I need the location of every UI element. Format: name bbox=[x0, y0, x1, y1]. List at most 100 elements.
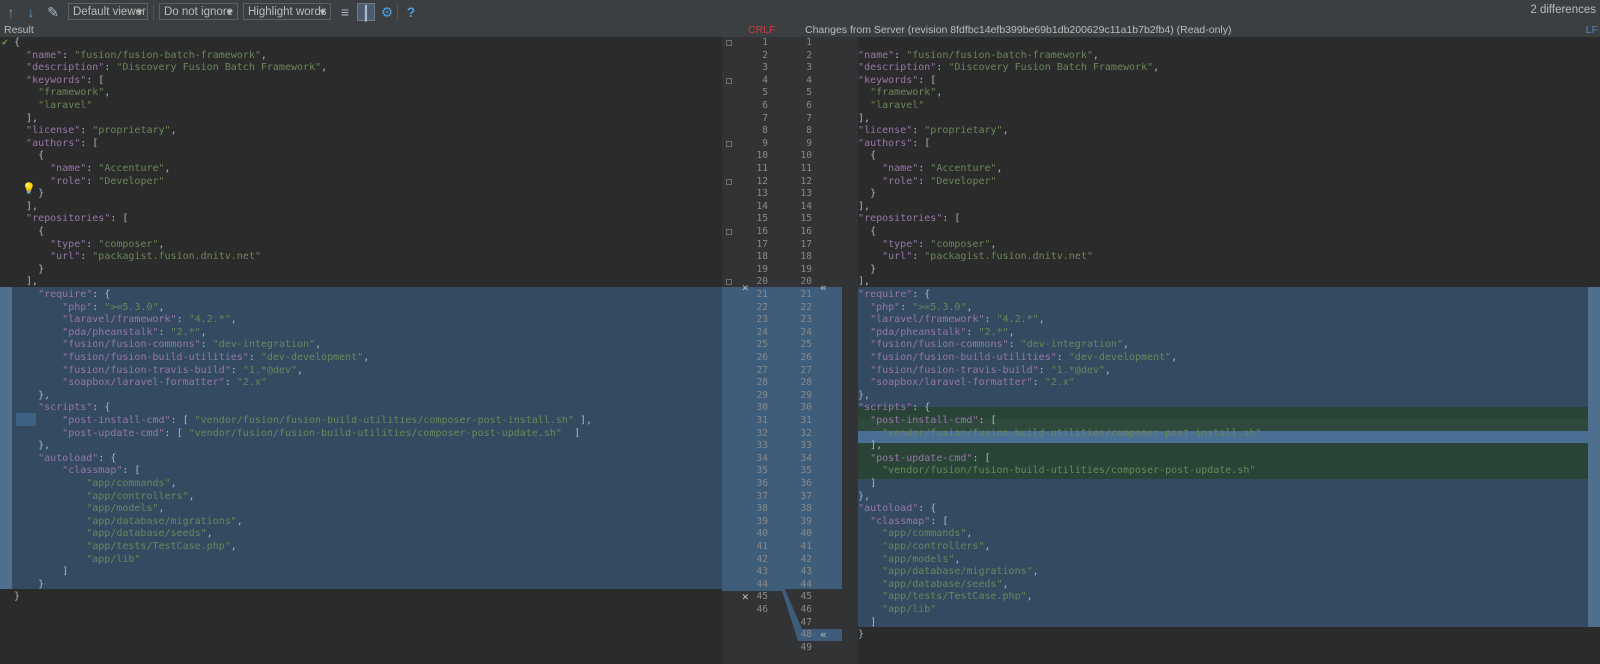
code-line: "type": "composer", bbox=[858, 239, 996, 252]
code-line: ], bbox=[858, 201, 870, 214]
left-line-number: 21 bbox=[756, 289, 768, 300]
code-line: "fusion/fusion-travis-build": "1.*@dev", bbox=[858, 365, 1111, 378]
fold-marker-icon[interactable] bbox=[726, 140, 732, 147]
edit-source-icon[interactable]: ✎ bbox=[44, 3, 62, 21]
left-line-number: 34 bbox=[756, 452, 768, 464]
apply-left-icon[interactable]: « bbox=[820, 628, 827, 642]
left-line-separator[interactable]: CRLF bbox=[748, 24, 775, 37]
json-punct bbox=[858, 339, 870, 350]
server-editor[interactable]: { "name": "fusion/fusion-batch-framework… bbox=[858, 37, 1600, 664]
json-punct: : bbox=[80, 251, 93, 263]
json-punct: : bbox=[900, 301, 913, 313]
collapse-unchanged-icon[interactable]: ≡ bbox=[336, 3, 354, 21]
ignore-dropdown[interactable]: Do not ignore ▼ bbox=[159, 3, 238, 20]
highlight-dropdown[interactable]: Highlight words ▼ bbox=[243, 3, 331, 20]
prev-diff-arrow-icon[interactable]: ↑ bbox=[2, 3, 20, 21]
json-string: "proprietary" bbox=[92, 125, 171, 137]
json-punct: , bbox=[1104, 364, 1111, 376]
help-icon[interactable]: ? bbox=[402, 3, 420, 21]
right-line-number: 10 bbox=[800, 150, 812, 162]
left-line-number: 18 bbox=[756, 251, 768, 263]
code-line: "role": "Developer" bbox=[858, 176, 996, 189]
json-punct: , bbox=[321, 62, 328, 74]
json-punct: , bbox=[188, 490, 195, 502]
json-key: "keywords" bbox=[26, 74, 87, 86]
json-punct bbox=[858, 377, 870, 388]
json-punct: : bbox=[1038, 364, 1051, 376]
json-punct bbox=[858, 604, 882, 615]
json-punct bbox=[14, 541, 86, 552]
right-line-number: 45 bbox=[800, 591, 812, 603]
json-punct bbox=[14, 125, 26, 136]
toolbar-separator bbox=[397, 4, 398, 20]
json-punct: , bbox=[158, 503, 165, 515]
json-punct: , bbox=[230, 314, 237, 326]
apply-checkmark-icon[interactable]: ✔ bbox=[2, 37, 8, 48]
json-string: ">=5.3.0" bbox=[912, 301, 967, 313]
ignore-dropdown-label: Do not ignore bbox=[164, 6, 234, 18]
fold-marker-icon[interactable] bbox=[726, 279, 732, 286]
left-line-number: 19 bbox=[756, 263, 768, 275]
left-line-number: 1 bbox=[762, 37, 768, 48]
json-string: "app/tests/TestCase.php" bbox=[86, 541, 231, 552]
json-punct: : [ bbox=[930, 515, 949, 527]
left-line-number: 17 bbox=[756, 238, 768, 250]
json-key: "url" bbox=[882, 251, 913, 263]
next-diff-arrow-icon[interactable]: ↓ bbox=[22, 3, 40, 21]
code-line: "type": "composer", bbox=[14, 239, 164, 252]
settings-gear-icon[interactable]: ⚙ bbox=[378, 3, 396, 21]
json-punct: } bbox=[14, 591, 21, 603]
viewer-dropdown[interactable]: Default viewer ▼ bbox=[68, 3, 148, 20]
left-line-number: 14 bbox=[756, 200, 768, 212]
json-punct bbox=[14, 428, 62, 439]
json-punct bbox=[14, 289, 38, 300]
fold-marker-icon[interactable] bbox=[726, 229, 732, 235]
left-panel-title: Result bbox=[4, 24, 34, 36]
json-punct: , bbox=[1171, 352, 1178, 363]
json-punct: : bbox=[1056, 352, 1069, 363]
json-punct: { bbox=[14, 226, 45, 237]
code-line: "php": ">=5.3.0", bbox=[14, 302, 164, 315]
apply-left-icon[interactable]: « bbox=[820, 281, 827, 295]
left-line-number: 10 bbox=[756, 150, 768, 162]
sync-scroll-icon[interactable]: ┃ bbox=[357, 3, 375, 21]
right-line-number: 34 bbox=[800, 452, 812, 464]
fold-marker-icon[interactable] bbox=[726, 40, 732, 46]
json-punct bbox=[14, 239, 50, 250]
json-punct: ], bbox=[858, 276, 871, 288]
json-punct: , bbox=[296, 364, 304, 376]
json-string: "vendor/fusion/fusion-build-utilities/co… bbox=[188, 427, 562, 439]
json-string: "Developer" bbox=[98, 175, 165, 187]
code-line: ], bbox=[14, 113, 38, 126]
json-key: "php" bbox=[870, 301, 901, 313]
result-editor[interactable]: 💡 ✔ { "name": "fusion/fusion-batch-frame… bbox=[0, 37, 722, 664]
json-punct: : { bbox=[98, 452, 117, 464]
fold-marker-icon[interactable] bbox=[726, 178, 732, 185]
chevron-down-icon: ▼ bbox=[135, 7, 144, 17]
left-line-number: 8 bbox=[762, 125, 768, 137]
json-punct: : [ bbox=[80, 137, 99, 149]
json-punct bbox=[14, 163, 50, 174]
left-line-number: 37 bbox=[756, 490, 768, 502]
right-line-number: 2 bbox=[806, 49, 812, 61]
code-line: "authors": [ bbox=[858, 138, 930, 151]
json-string: "laravel" bbox=[38, 100, 93, 111]
json-key: "laravel/framework" bbox=[62, 314, 177, 326]
right-line-number: 17 bbox=[800, 238, 812, 250]
json-punct bbox=[858, 87, 870, 98]
json-string: "framework" bbox=[870, 87, 937, 99]
code-line: "require": { bbox=[858, 289, 930, 302]
connector-lines bbox=[722, 578, 842, 641]
fold-marker-icon[interactable] bbox=[726, 77, 732, 84]
json-punct bbox=[858, 251, 882, 262]
right-line-number: 20 bbox=[800, 276, 812, 288]
code-line: "laravel/framework": "4.2.*", bbox=[14, 314, 237, 327]
json-punct bbox=[14, 327, 62, 338]
change-marker-stripe bbox=[1588, 287, 1600, 627]
code-line: "name": "fusion/fusion-batch-framework", bbox=[14, 50, 267, 63]
json-punct bbox=[14, 339, 62, 350]
right-line-separator[interactable]: LF bbox=[1586, 24, 1598, 37]
json-punct: }, bbox=[858, 490, 871, 502]
left-line-number: 20 bbox=[756, 276, 768, 288]
json-punct: ], bbox=[870, 440, 883, 452]
